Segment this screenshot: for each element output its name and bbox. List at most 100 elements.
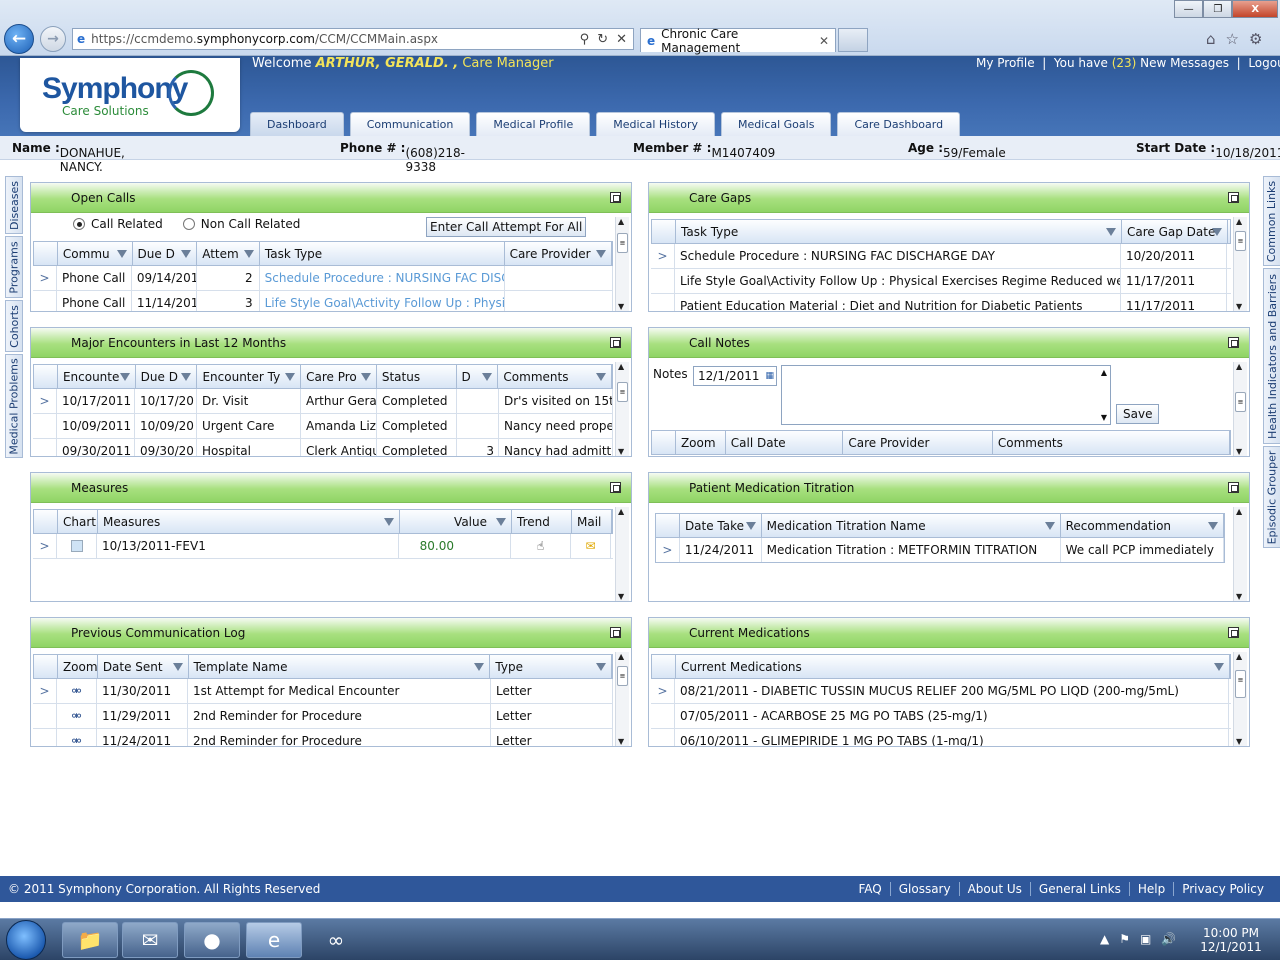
search-icon[interactable]: ⚲ bbox=[580, 32, 590, 47]
note-date-input[interactable]: 12/1/2011 ▦ bbox=[693, 366, 777, 386]
home-icon[interactable]: ⌂ bbox=[1206, 30, 1216, 48]
maximize-panel-icon[interactable] bbox=[1228, 482, 1239, 493]
table-row[interactable]: > ⚮ 11/30/2011 1st Attempt for Medical Enco… bbox=[33, 679, 613, 704]
address-bar[interactable]: e https://ccmdemo. symphonycorp.com/CCM/C… bbox=[72, 28, 634, 50]
notes-textarea[interactable]: ▲ ▼ bbox=[781, 365, 1111, 425]
maximize-panel-icon[interactable] bbox=[610, 482, 621, 493]
refresh-icon[interactable]: ↻ bbox=[597, 32, 608, 47]
table-row[interactable]: > Phone Call 09/14/201 2 Schedule Proced… bbox=[33, 266, 613, 291]
table-row[interactable]: Life Style Goal\Activity Follow Up : Phy… bbox=[651, 269, 1231, 294]
settings-gear-icon[interactable]: ⚙ bbox=[1249, 30, 1262, 48]
side-tab-programs[interactable]: Programs bbox=[5, 236, 23, 298]
app-infinity-icon[interactable]: ∞ bbox=[308, 922, 364, 958]
footer-link-help[interactable]: Help bbox=[1128, 882, 1173, 896]
logout-link[interactable]: Logout bbox=[1248, 56, 1280, 70]
scrollbar[interactable]: ≡ bbox=[1233, 362, 1247, 456]
table-row[interactable]: 09/30/2011 09/30/20 Hospital Clerk Antiqu Co… bbox=[33, 439, 613, 456]
current-medications-panel: Current Medications Current Medications … bbox=[648, 617, 1250, 747]
zoom-binoculars-icon[interactable]: ⚮ bbox=[57, 729, 97, 746]
stop-icon[interactable]: ✕ bbox=[616, 32, 627, 47]
footer-link-faq[interactable]: FAQ bbox=[850, 882, 889, 896]
enter-call-attempt-button[interactable]: Enter Call Attempt For All bbox=[426, 217, 587, 237]
maximize-panel-icon[interactable] bbox=[1228, 192, 1239, 203]
tab-medical-history[interactable]: Medical History bbox=[596, 112, 716, 136]
side-tab-medical-problems[interactable]: Medical Problems bbox=[5, 354, 23, 458]
table-row[interactable]: Phone Call 11/14/201 3 Life Style Goal\A… bbox=[33, 291, 613, 311]
favorites-star-icon[interactable]: ☆ bbox=[1226, 30, 1239, 48]
table-row[interactable]: > Schedule Procedure : NURSING FAC DISCHA… bbox=[651, 244, 1231, 269]
table-row[interactable]: 07/05/2011 - ACARBOSE 25 MG PO TABS (25-… bbox=[651, 704, 1231, 729]
my-profile-link[interactable]: My Profile bbox=[976, 56, 1035, 70]
outlook-icon[interactable]: ✉ bbox=[122, 922, 178, 958]
tab-medical-profile[interactable]: Medical Profile bbox=[476, 112, 591, 136]
footer-link-about-us[interactable]: About Us bbox=[958, 882, 1030, 896]
explorer-folder-icon[interactable]: 📁 bbox=[62, 922, 118, 958]
scrollbar[interactable] bbox=[615, 507, 629, 601]
save-button[interactable]: Save bbox=[1116, 404, 1160, 424]
chart-icon[interactable] bbox=[57, 534, 97, 558]
flag-icon[interactable]: ⚑ bbox=[1119, 932, 1130, 946]
clock[interactable]: 10:00 PM 12/1/2011 bbox=[1196, 926, 1266, 954]
browser-tab[interactable]: e Chronic Care Management ✕ bbox=[640, 27, 836, 55]
scrollbar[interactable]: ≡ bbox=[1233, 217, 1247, 311]
minimize-button[interactable]: — bbox=[1174, 0, 1204, 18]
side-tab-episodic-grouper[interactable]: Episodic Grouper bbox=[1263, 446, 1280, 548]
footer-link-privacy-policy[interactable]: Privacy Policy bbox=[1173, 882, 1272, 896]
zoom-binoculars-icon[interactable]: ⚮ bbox=[57, 679, 97, 703]
side-tab-cohorts[interactable]: Cohorts bbox=[5, 300, 23, 352]
show-hidden-icons-icon[interactable]: ▲ bbox=[1100, 932, 1109, 946]
logo[interactable]: Symphony Care Solutions bbox=[20, 58, 240, 132]
tab-care-dashboard[interactable]: Care Dashboard bbox=[837, 112, 961, 136]
close-tab-icon[interactable]: ✕ bbox=[819, 34, 829, 48]
table-row[interactable]: ⚮ 11/29/2011 2nd Reminder for Procedure Let… bbox=[33, 704, 613, 729]
tab-dashboard[interactable]: Dashboard bbox=[250, 112, 344, 136]
table-row[interactable]: > 10/13/2011-FEV1 80.00 ☝ ✉ bbox=[33, 534, 613, 559]
care-gaps-panel: Care Gaps Task Type Care Gap Date > Sched… bbox=[648, 182, 1250, 312]
volume-icon[interactable]: 🔊 bbox=[1161, 932, 1176, 946]
footer-link-glossary[interactable]: Glossary bbox=[889, 882, 959, 896]
maximize-panel-icon[interactable] bbox=[610, 337, 621, 348]
forward-button[interactable]: → bbox=[40, 26, 66, 52]
scrollbar[interactable]: ≡ bbox=[615, 652, 629, 746]
radio-call-related[interactable] bbox=[73, 218, 85, 230]
back-button[interactable]: ← bbox=[4, 24, 34, 54]
maximize-button[interactable]: ❐ bbox=[1203, 0, 1233, 18]
table-row[interactable]: > 11/24/2011 Medication Titration : METF… bbox=[655, 538, 1225, 563]
table-row[interactable]: >10/17/201110/17/20Dr. VisitArthur Geral… bbox=[33, 389, 613, 414]
scrollbar[interactable] bbox=[1233, 507, 1247, 601]
main-tabs: Dashboard Communication Medical Profile … bbox=[250, 112, 961, 136]
scrollbar[interactable]: ≡ bbox=[615, 217, 629, 311]
mail-envelope-icon[interactable]: ✉ bbox=[571, 534, 611, 558]
url-prefix: https://ccmdemo. bbox=[91, 32, 197, 46]
tab-communication[interactable]: Communication bbox=[349, 112, 471, 136]
maximize-panel-icon[interactable] bbox=[610, 627, 621, 638]
scrollbar[interactable]: ≡ bbox=[615, 362, 629, 456]
table-row[interactable]: 10/09/2011 10/09/20 Urgent Care Amanda Liza… bbox=[33, 414, 613, 439]
internet-explorer-icon[interactable]: e bbox=[246, 922, 302, 958]
side-tab-diseases[interactable]: Diseases bbox=[5, 176, 23, 234]
tab-medical-goals[interactable]: Medical Goals bbox=[721, 112, 832, 136]
table-row[interactable]: ⚮ 11/24/2011 2nd Reminder for Procedure Let… bbox=[33, 729, 613, 746]
trend-hand-icon[interactable]: ☝ bbox=[511, 534, 571, 558]
new-tab-button[interactable] bbox=[838, 28, 868, 52]
side-tab-common-links[interactable]: Common Links bbox=[1263, 176, 1280, 266]
maximize-panel-icon[interactable] bbox=[1228, 627, 1239, 638]
table-row[interactable]: 06/10/2011 - GLIMEPIRIDE 1 MG PO TABS (1… bbox=[651, 729, 1231, 746]
calendar-icon[interactable]: ▦ bbox=[765, 371, 776, 381]
footer: © 2011 Symphony Corporation. All Rights … bbox=[0, 876, 1280, 902]
side-tab-health-indicators[interactable]: Health Indicators and Barriers bbox=[1263, 268, 1280, 444]
radio-non-call-related[interactable] bbox=[182, 218, 195, 230]
zoom-binoculars-icon[interactable]: ⚮ bbox=[57, 704, 97, 728]
communication-log-panel: Previous Communication Log Zoom Date Sen… bbox=[30, 617, 632, 747]
start-button[interactable] bbox=[6, 920, 46, 960]
scrollbar[interactable]: ≡ bbox=[1233, 652, 1247, 746]
close-window-button[interactable]: X bbox=[1232, 0, 1278, 18]
messages-link[interactable]: You have (23) New Messages bbox=[1054, 56, 1229, 70]
footer-link-general-links[interactable]: General Links bbox=[1029, 882, 1129, 896]
maximize-panel-icon[interactable] bbox=[610, 192, 621, 203]
firefox-icon[interactable]: ● bbox=[184, 922, 240, 958]
network-icon[interactable]: ▣ bbox=[1140, 932, 1151, 946]
table-row[interactable]: Patient Education Material : Diet and Nu… bbox=[651, 294, 1231, 311]
table-row[interactable]: >08/21/2011 - DIABETIC TUSSIN MUCUS RELI… bbox=[651, 679, 1231, 704]
maximize-panel-icon[interactable] bbox=[1228, 337, 1239, 348]
